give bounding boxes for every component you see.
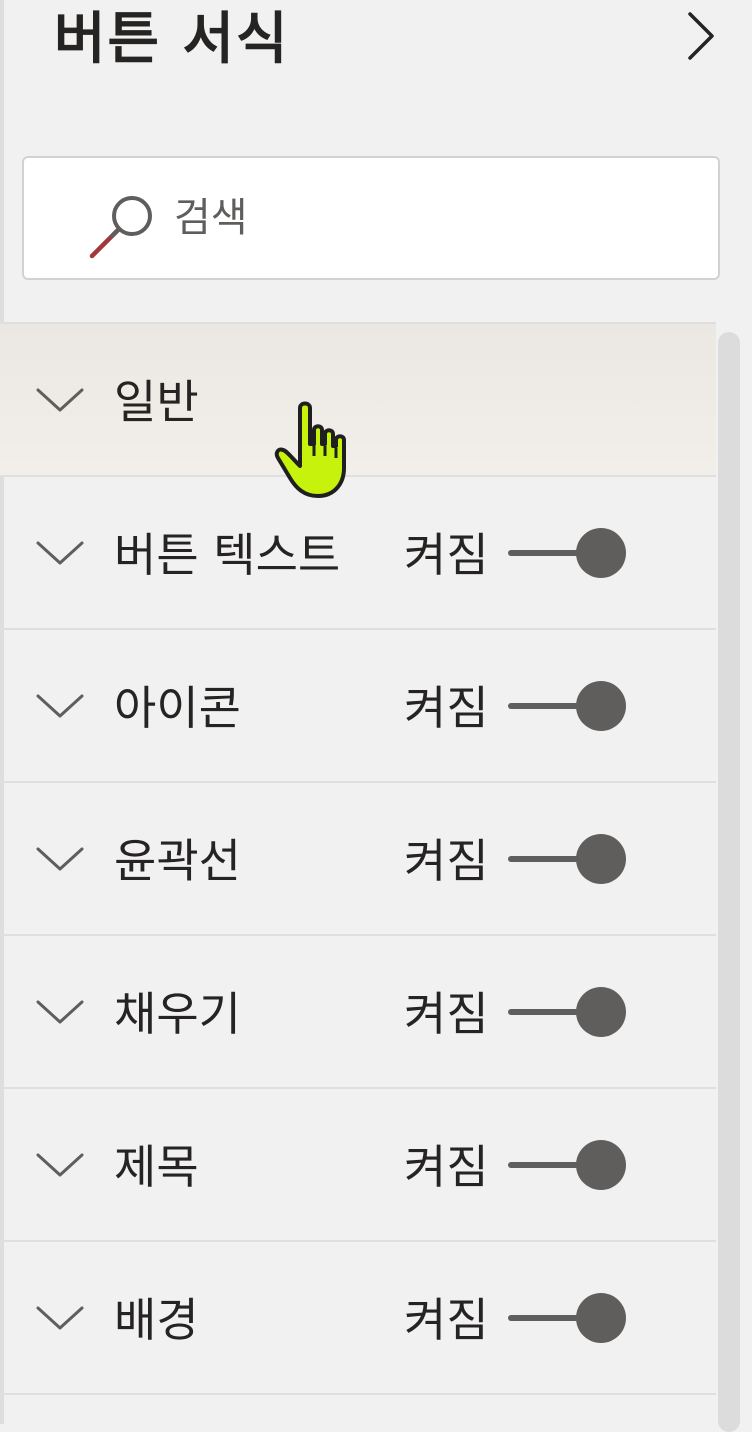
vertical-scrollbar[interactable] [716, 324, 752, 1432]
toggle-thumb [576, 1293, 626, 1343]
section-background[interactable]: 배경 켜짐 [0, 1242, 716, 1395]
pane-header: 버튼 서식 [0, 0, 752, 140]
fill-toggle[interactable] [508, 984, 628, 1040]
section-label: 배경 [114, 1293, 199, 1347]
chevron-down-icon [36, 1153, 84, 1177]
section-outline[interactable]: 윤곽선 켜짐 [0, 783, 716, 936]
toggle-thumb [576, 1140, 626, 1190]
section-general[interactable]: 일반 [0, 324, 716, 477]
chevron-down-icon [36, 388, 84, 412]
chevron-down-icon [36, 694, 84, 718]
background-toggle[interactable] [508, 1290, 628, 1346]
section-title[interactable]: 제목 켜짐 [0, 1089, 716, 1242]
section-label: 제목 [114, 1140, 199, 1194]
toggle-state-label: 켜짐 [404, 1140, 489, 1194]
toggle-state-label: 켜짐 [404, 987, 489, 1041]
outline-toggle[interactable] [508, 831, 628, 887]
chevron-down-icon [36, 1306, 84, 1330]
format-sections-list: 일반 버튼 텍스트 켜짐 아이콘 켜짐 윤곽선 켜짐 채우기 켜짐 제목 켜짐 … [0, 324, 716, 1395]
toggle-state-label: 켜짐 [404, 1293, 489, 1347]
section-label: 윤곽선 [114, 834, 241, 888]
pane-title: 버튼 서식 [54, 7, 290, 72]
search-box[interactable] [22, 156, 720, 280]
title-toggle[interactable] [508, 1137, 628, 1193]
section-label: 아이콘 [114, 681, 241, 735]
icon-toggle[interactable] [508, 678, 628, 734]
section-label: 채우기 [114, 987, 241, 1041]
toggle-thumb [576, 834, 626, 884]
scrollbar-thumb[interactable] [718, 332, 740, 1432]
section-button-text[interactable]: 버튼 텍스트 켜짐 [0, 477, 716, 630]
toggle-state-label: 켜짐 [404, 834, 489, 888]
toggle-state-label: 켜짐 [404, 681, 489, 735]
search-icon [89, 196, 152, 259]
chevron-down-icon [36, 1000, 84, 1024]
button-text-toggle[interactable] [508, 525, 628, 581]
section-label: 일반 [114, 375, 199, 429]
chevron-right-icon [688, 12, 714, 60]
toggle-thumb [576, 528, 626, 578]
search-input[interactable] [174, 178, 694, 258]
chevron-down-icon [36, 847, 84, 871]
chevron-down-icon [36, 541, 84, 565]
section-icon[interactable]: 아이콘 켜짐 [0, 630, 716, 783]
toggle-thumb [576, 681, 626, 731]
section-fill[interactable]: 채우기 켜짐 [0, 936, 716, 1089]
section-label: 버튼 텍스트 [114, 528, 341, 582]
toggle-thumb [576, 987, 626, 1037]
collapse-pane-button[interactable] [672, 8, 728, 64]
toggle-state-label: 켜짐 [404, 528, 489, 582]
